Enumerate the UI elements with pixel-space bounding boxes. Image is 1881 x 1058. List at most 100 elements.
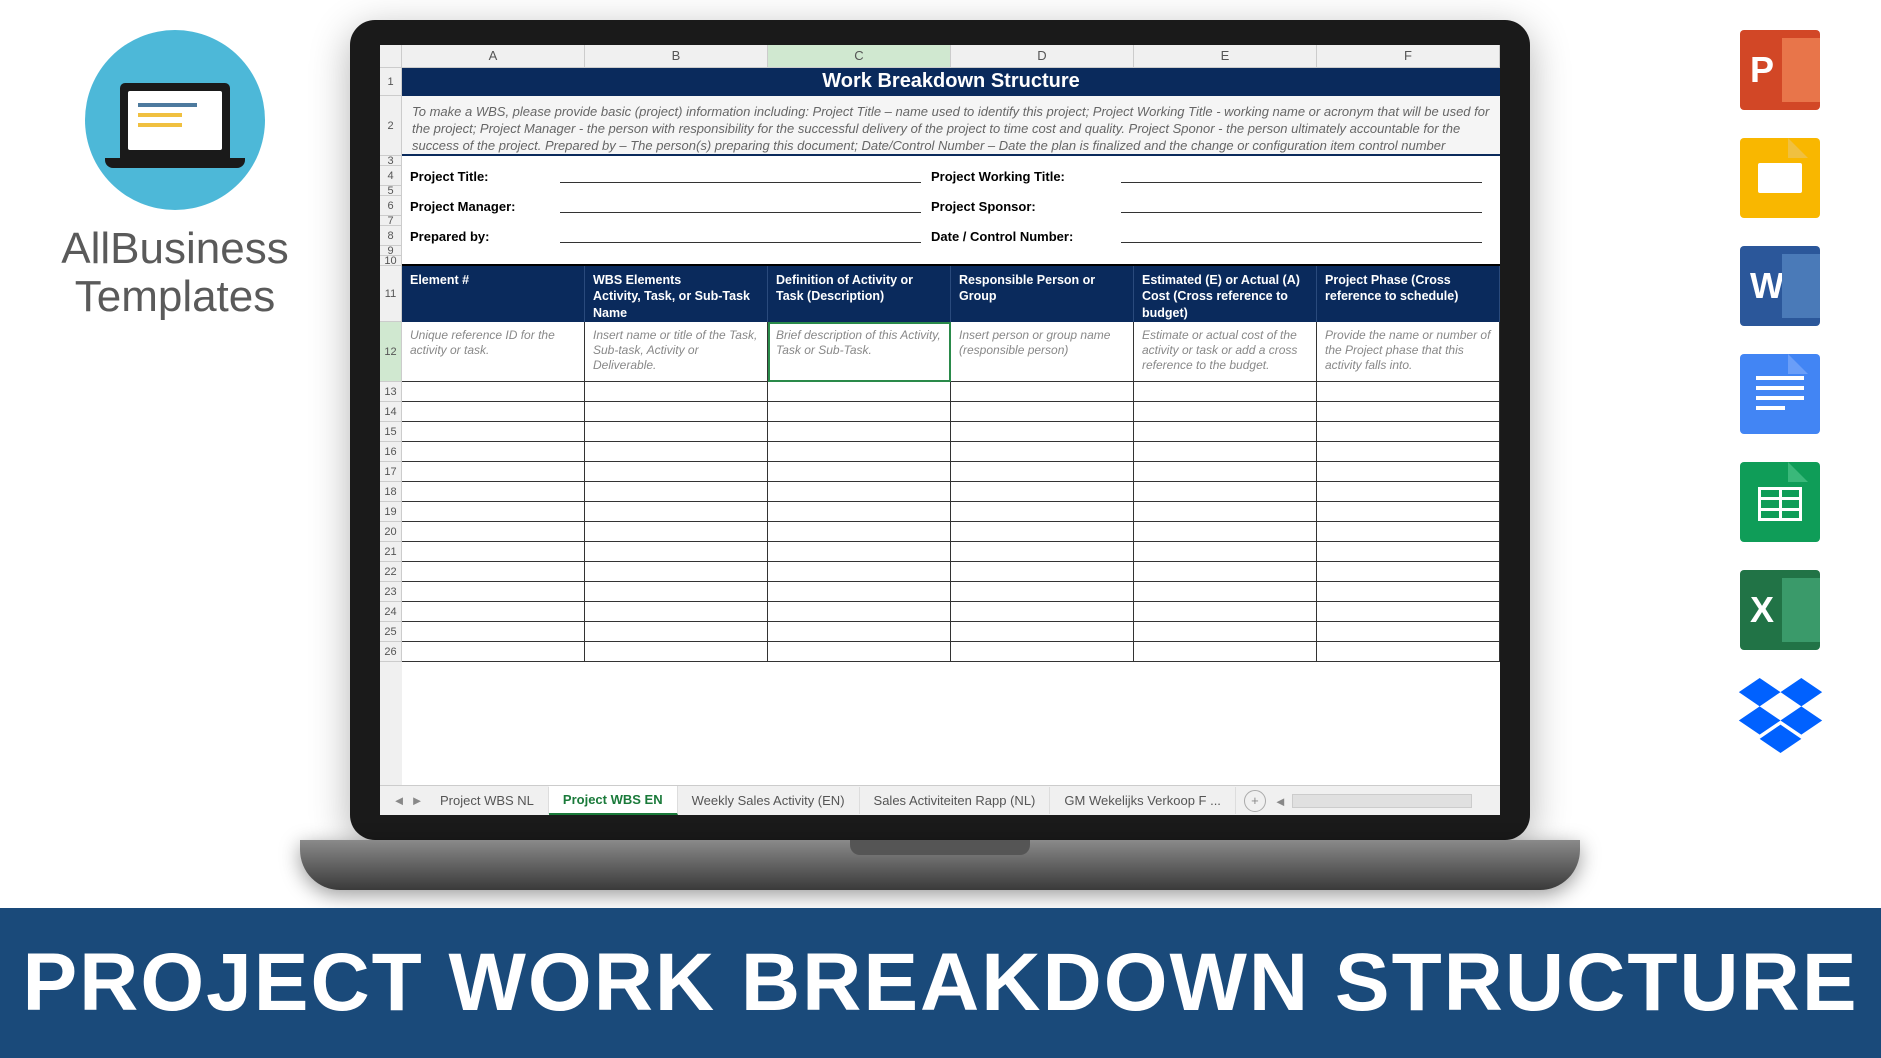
col-header-b[interactable]: B	[585, 45, 768, 67]
tab-project-wbs-nl[interactable]: Project WBS NL	[426, 787, 549, 814]
input-date-control[interactable]	[1121, 229, 1482, 243]
table-row[interactable]	[402, 642, 1500, 662]
table-row[interactable]	[402, 542, 1500, 562]
hint-definition[interactable]: Brief description of this Activity, Task…	[768, 322, 951, 382]
table-row[interactable]	[402, 462, 1500, 482]
row-num[interactable]: 8	[380, 226, 402, 246]
row-num[interactable]: 3	[380, 156, 402, 166]
col-header-f[interactable]: F	[1317, 45, 1500, 67]
bottom-banner: PROJECT WORK BREAKDOWN STRUCTURE	[0, 908, 1881, 1058]
google-slides-icon	[1740, 138, 1820, 218]
dropbox-icon	[1738, 678, 1823, 753]
row-num[interactable]: 23	[380, 582, 402, 602]
table-row[interactable]	[402, 562, 1500, 582]
row-num[interactable]: 21	[380, 542, 402, 562]
col-header-d[interactable]: D	[951, 45, 1134, 67]
th-definition: Definition of Activity or Task (Descript…	[768, 266, 951, 322]
brand-logo: AllBusiness Templates	[60, 30, 290, 322]
row-num[interactable]: 10	[380, 256, 402, 266]
hint-element[interactable]: Unique reference ID for the activity or …	[402, 322, 585, 382]
tab-gm-wekelijks[interactable]: GM Wekelijks Verkoop F ...	[1050, 787, 1236, 814]
row-num[interactable]: 18	[380, 482, 402, 502]
col-header-e[interactable]: E	[1134, 45, 1317, 67]
row-num[interactable]: 24	[380, 602, 402, 622]
word-icon: W	[1740, 246, 1820, 326]
add-sheet-button[interactable]: +	[1244, 790, 1266, 812]
input-prepared-by[interactable]	[560, 229, 921, 243]
tab-prev-icon[interactable]: ◄	[390, 792, 408, 810]
logo-circle	[85, 30, 265, 210]
spreadsheet: A B C D E F 1 2 3 4 5 6 7	[380, 45, 1500, 815]
table-row[interactable]	[402, 522, 1500, 542]
column-headers: A B C D E F	[380, 45, 1500, 68]
hint-responsible[interactable]: Insert person or group name (responsible…	[951, 322, 1134, 382]
google-docs-icon	[1740, 354, 1820, 434]
row-num[interactable]: 26	[380, 642, 402, 662]
row-num[interactable]: 19	[380, 502, 402, 522]
row-num[interactable]: 25	[380, 622, 402, 642]
scroll-left-icon[interactable]: ◄	[1274, 794, 1288, 808]
table-row[interactable]	[402, 622, 1500, 642]
th-phase: Project Phase (Cross reference to schedu…	[1317, 266, 1500, 322]
hint-wbs[interactable]: Insert name or title of the Task, Sub-ta…	[585, 322, 768, 382]
logo-text: AllBusiness Templates	[60, 225, 290, 322]
excel-icon: X	[1740, 570, 1820, 650]
table-row[interactable]	[402, 402, 1500, 422]
tab-weekly-sales-en[interactable]: Weekly Sales Activity (EN)	[678, 787, 860, 814]
row-num[interactable]: 14	[380, 402, 402, 422]
hint-row: Unique reference ID for the activity or …	[402, 322, 1500, 382]
table-row[interactable]	[402, 422, 1500, 442]
laptop-icon	[120, 83, 230, 158]
label-prepared-by: Prepared by:	[410, 229, 550, 244]
row-numbers: 1 2 3 4 5 6 7 8 9 10 11 12 13 14	[380, 68, 402, 785]
table-row[interactable]	[402, 502, 1500, 522]
label-date-control: Date / Control Number:	[931, 229, 1111, 244]
table-row[interactable]	[402, 482, 1500, 502]
row-num[interactable]: 16	[380, 442, 402, 462]
tab-project-wbs-en[interactable]: Project WBS EN	[549, 786, 678, 815]
powerpoint-icon: P	[1740, 30, 1820, 110]
hint-cost[interactable]: Estimate or actual cost of the activity …	[1134, 322, 1317, 382]
th-responsible: Responsible Person or Group	[951, 266, 1134, 322]
row-num[interactable]: 22	[380, 562, 402, 582]
row-num[interactable]: 7	[380, 216, 402, 226]
table-header: Element # WBS Elements Activity, Task, o…	[402, 266, 1500, 322]
row-num[interactable]: 5	[380, 186, 402, 196]
label-working-title: Project Working Title:	[931, 169, 1111, 184]
app-icons: P W X	[1734, 30, 1826, 753]
label-project-sponsor: Project Sponsor:	[931, 199, 1111, 214]
tab-next-icon[interactable]: ►	[408, 792, 426, 810]
horizontal-scrollbar[interactable]	[1292, 794, 1472, 808]
input-working-title[interactable]	[1121, 169, 1482, 183]
input-project-sponsor[interactable]	[1121, 199, 1482, 213]
th-cost: Estimated (E) or Actual (A) Cost (Cross …	[1134, 266, 1317, 322]
hint-phase[interactable]: Provide the name or number of the Projec…	[1317, 322, 1500, 382]
label-project-manager: Project Manager:	[410, 199, 550, 214]
row-num[interactable]: 1	[380, 68, 402, 96]
th-element: Element #	[402, 266, 585, 322]
label-project-title: Project Title:	[410, 169, 550, 184]
table-row[interactable]	[402, 382, 1500, 402]
sheet-title: Work Breakdown Structure	[402, 68, 1500, 96]
row-num[interactable]: 17	[380, 462, 402, 482]
row-num[interactable]: 15	[380, 422, 402, 442]
google-sheets-icon	[1740, 462, 1820, 542]
col-header-a[interactable]: A	[402, 45, 585, 67]
input-project-title[interactable]	[560, 169, 921, 183]
table-row[interactable]	[402, 602, 1500, 622]
row-num[interactable]: 6	[380, 196, 402, 216]
tab-sales-activiteiten-nl[interactable]: Sales Activiteiten Rapp (NL)	[860, 787, 1051, 814]
laptop-mockup: A B C D E F 1 2 3 4 5 6 7	[350, 20, 1530, 890]
row-num[interactable]: 11	[380, 266, 402, 322]
row-num[interactable]: 20	[380, 522, 402, 542]
sheet-tabs: ◄ ► Project WBS NL Project WBS EN Weekly…	[380, 785, 1500, 815]
table-row[interactable]	[402, 442, 1500, 462]
input-project-manager[interactable]	[560, 199, 921, 213]
row-num[interactable]: 4	[380, 166, 402, 186]
row-num[interactable]: 12	[380, 322, 402, 382]
col-header-c[interactable]: C	[768, 45, 951, 67]
row-num[interactable]: 2	[380, 96, 402, 156]
row-num[interactable]: 13	[380, 382, 402, 402]
table-row[interactable]	[402, 582, 1500, 602]
instructions: To make a WBS, please provide basic (pro…	[402, 96, 1500, 156]
